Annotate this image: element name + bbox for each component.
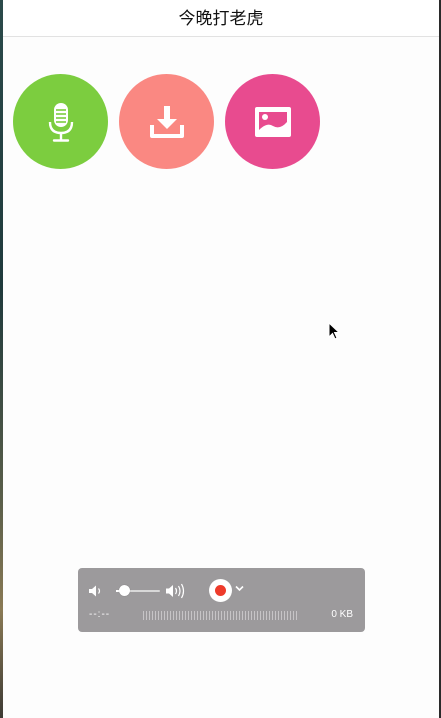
image-icon <box>254 106 291 137</box>
volume-low-icon[interactable] <box>88 584 104 598</box>
microphone-icon <box>48 102 73 142</box>
record-button[interactable] <box>209 579 232 602</box>
recording-size: 0 KB <box>331 609 353 620</box>
volume-slider-knob[interactable] <box>119 585 131 596</box>
audio-recorder-panel: --:-- 0 KB <box>78 568 365 632</box>
record-icon <box>215 585 226 596</box>
page-title: 今晚打老虎 <box>178 9 264 29</box>
audio-level-meter <box>143 611 299 620</box>
window-left-edge <box>0 0 3 718</box>
download-icon <box>149 105 184 138</box>
chevron-down-icon[interactable] <box>235 585 244 592</box>
mouse-cursor-icon <box>328 322 340 340</box>
download-button[interactable] <box>119 74 214 169</box>
recording-time: --:-- <box>89 609 111 620</box>
image-button[interactable] <box>225 74 320 169</box>
volume-high-icon[interactable] <box>165 583 187 599</box>
header: 今晚打老虎 <box>3 0 439 37</box>
record-audio-button[interactable] <box>13 74 108 169</box>
